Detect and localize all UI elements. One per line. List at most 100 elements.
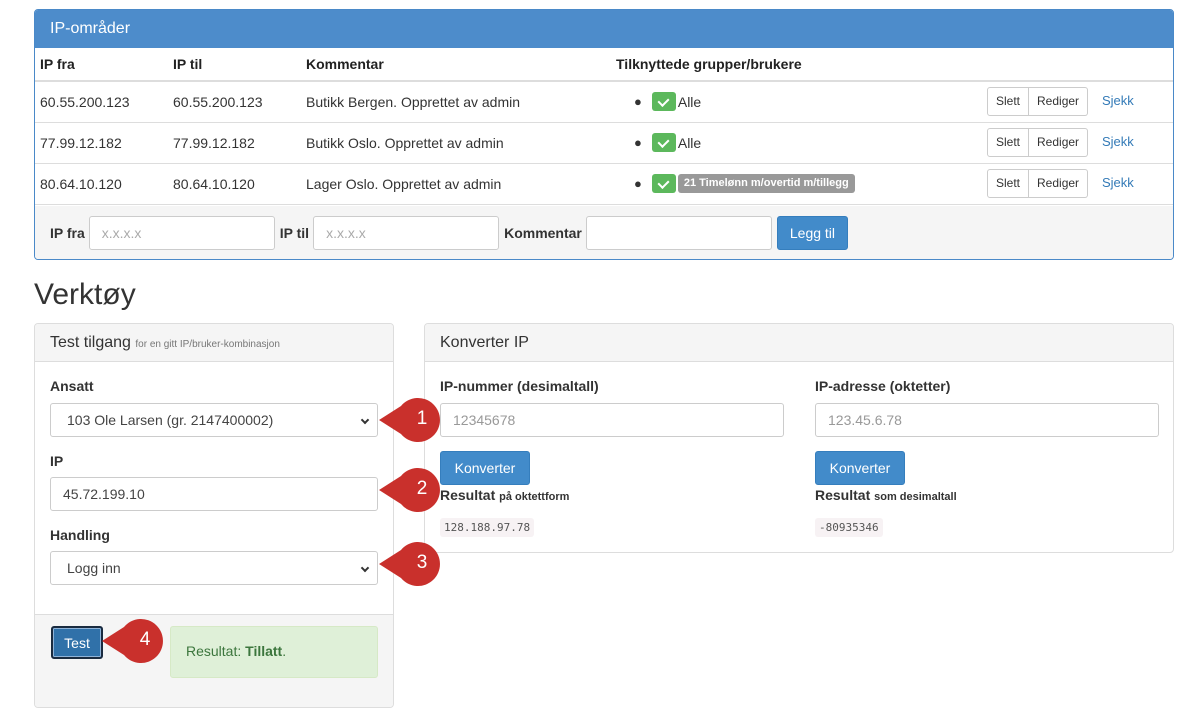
group-label: Alle — [677, 93, 702, 110]
check-link[interactable]: Sjekk — [1102, 93, 1134, 108]
add-button[interactable]: Legg til — [776, 216, 849, 250]
convert-ip-title: Konverter IP — [425, 324, 1173, 362]
convert-to-octet-button[interactable]: Konverter — [440, 451, 530, 485]
employee-select-value: 103 Ole Larsen (gr. 2147400002) — [67, 412, 274, 428]
result-prefix: Resultat: — [186, 643, 242, 659]
ip-to-cell: 80.64.10.120 — [168, 163, 301, 205]
callout-number: 4 — [139, 629, 151, 650]
test-access-subtitle: for en gitt IP/bruker-kombinasjon — [135, 339, 280, 350]
check-link[interactable]: Sjekk — [1102, 175, 1134, 190]
test-access-footer: Test Resultat: Tillatt. — [35, 614, 393, 707]
delete-button[interactable]: Slett — [987, 128, 1030, 157]
result-decimal-value: -80935346 — [815, 518, 883, 537]
ip-to-label: IP til — [279, 225, 310, 241]
column-header-groups: Tilknyttede grupper/brukere — [611, 48, 949, 82]
test-access-heading: Test tilgang for en gitt IP/bruker-kombi… — [35, 324, 393, 362]
result-label: Resultat — [440, 487, 496, 503]
group-label: Alle — [677, 134, 702, 151]
convert-ip-panel: Konverter IP IP-nummer (desimaltall) 123… — [424, 323, 1174, 553]
delete-button[interactable]: Slett — [987, 87, 1030, 117]
bullet-icon: ● — [634, 176, 642, 191]
test-access-panel: Test tilgang for en gitt IP/bruker-kombi… — [34, 323, 394, 708]
table-row: 77.99.12.182 77.99.12.182 Butikk Oslo. O… — [35, 122, 1173, 164]
decimal-input[interactable]: 12345678 — [440, 403, 784, 437]
groups-cell: ● Alle — [611, 122, 949, 164]
table-row: 60.55.200.123 60.55.200.123 Butikk Berge… — [35, 81, 1173, 123]
callout-marker-1: 1 — [377, 397, 447, 443]
comment-cell: Lager Oslo. Opprettet av admin — [301, 163, 611, 205]
groups-cell: ● 21 Timelønn m/overtid m/tillegg — [611, 163, 949, 205]
actions-cell: Slett Rediger Sjekk — [949, 81, 1173, 123]
comment-cell: Butikk Oslo. Opprettet av admin — [301, 122, 611, 164]
bullet-icon: ● — [634, 94, 642, 110]
group-badge: 21 Timelønn m/overtid m/tillegg — [677, 174, 855, 193]
ip-from-input[interactable] — [88, 216, 275, 250]
check-icon — [651, 174, 676, 193]
ip-label: IP — [50, 453, 64, 469]
result-decimal-suffix: som desimaltall — [874, 491, 957, 503]
edit-button[interactable]: Rediger — [1029, 128, 1089, 157]
add-ip-range-form: IP fra IP til Kommentar Legg til — [35, 206, 1173, 259]
comment-input[interactable] — [585, 216, 772, 250]
callout-marker-2: 2 — [377, 467, 447, 513]
ip-from-cell: 80.64.10.120 — [35, 163, 168, 205]
row-button-group: Slett Rediger — [987, 87, 1089, 117]
ip-from-cell: 77.99.12.182 — [35, 122, 168, 164]
result-alert: Resultat: Tillatt. — [170, 626, 378, 678]
row-button-group: Slett Rediger — [987, 128, 1089, 157]
column-header-ip-to: IP til — [168, 48, 301, 82]
octet-label: IP-adresse (oktetter) — [815, 378, 951, 394]
column-header-comment: Kommentar — [301, 48, 611, 82]
ip-to-input[interactable] — [313, 216, 500, 250]
tools-title: Verktøy — [34, 278, 136, 311]
row-button-group: Slett Rediger — [987, 169, 1089, 198]
column-header-ip-from: IP fra — [35, 48, 168, 82]
comment-label: Kommentar — [504, 225, 582, 241]
decimal-label: IP-nummer (desimaltall) — [440, 378, 599, 394]
result-octet-label: Resultat på oktettform — [440, 487, 569, 503]
callout-number: 1 — [416, 408, 428, 429]
result-label: Resultat — [815, 487, 871, 503]
actions-cell: Slett Rediger Sjekk — [949, 122, 1173, 164]
comment-cell: Butikk Bergen. Opprettet av admin — [301, 81, 611, 123]
ip-ranges-table: IP fra IP til Kommentar Tilknyttede grup… — [35, 48, 1173, 205]
groups-cell: ● Alle — [611, 81, 949, 123]
employee-label: Ansatt — [50, 378, 94, 394]
check-icon — [651, 92, 676, 112]
delete-button[interactable]: Slett — [987, 169, 1030, 198]
result-suffix: . — [282, 643, 287, 659]
column-header-actions — [949, 48, 1173, 82]
ip-input[interactable]: 45.72.199.10 — [50, 477, 378, 511]
bullet-icon: ● — [634, 135, 642, 150]
employee-select[interactable]: 103 Ole Larsen (gr. 2147400002) — [50, 403, 378, 437]
test-access-title: Test tilgang — [50, 334, 131, 351]
callout-number: 3 — [416, 552, 428, 573]
result-value: Tillatt — [245, 643, 283, 659]
result-decimal-label: Resultat som desimaltall — [815, 487, 957, 503]
actions-cell: Slett Rediger Sjekk — [949, 163, 1173, 205]
result-octet-value: 128.188.97.78 — [440, 518, 535, 537]
octet-input[interactable]: 123.45.6.78 — [815, 403, 1159, 437]
ip-to-cell: 77.99.12.182 — [168, 122, 301, 164]
ip-from-label: IP fra — [50, 225, 85, 241]
result-octet-suffix: på oktettform — [499, 491, 570, 503]
action-select-value: Logg inn — [67, 560, 121, 576]
action-select[interactable]: Logg inn — [50, 551, 378, 585]
action-label: Handling — [50, 527, 110, 543]
chevron-down-icon — [360, 415, 370, 425]
callout-marker-3: 3 — [377, 541, 447, 587]
convert-to-decimal-button[interactable]: Konverter — [815, 451, 905, 485]
check-link[interactable]: Sjekk — [1102, 134, 1134, 149]
test-button[interactable]: Test — [51, 626, 103, 659]
table-row: 80.64.10.120 80.64.10.120 Lager Oslo. Op… — [35, 163, 1173, 205]
callout-marker-4: 4 — [100, 618, 170, 664]
ip-from-cell: 60.55.200.123 — [35, 81, 168, 123]
callout-number: 2 — [416, 478, 428, 499]
ip-ranges-title: IP-områder — [35, 10, 1173, 48]
ip-to-cell: 60.55.200.123 — [168, 81, 301, 123]
edit-button[interactable]: Rediger — [1029, 169, 1089, 198]
check-icon — [651, 133, 676, 152]
ip-ranges-panel: IP-områder IP fra IP til Kommentar Tilkn… — [34, 9, 1174, 260]
chevron-down-icon — [360, 563, 370, 573]
edit-button[interactable]: Rediger — [1029, 87, 1089, 117]
